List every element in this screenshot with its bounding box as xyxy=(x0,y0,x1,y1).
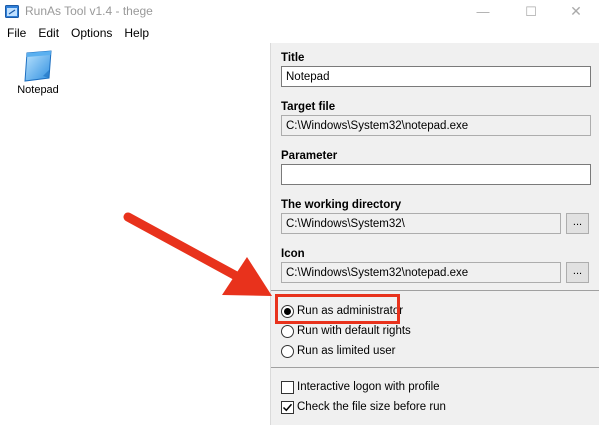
radio-button[interactable] xyxy=(281,304,294,318)
shortcut-list: Notepad xyxy=(0,43,270,425)
checkbox[interactable] xyxy=(281,380,294,394)
menu-help[interactable]: Help xyxy=(118,23,155,43)
menu-bar: File Edit Options Help xyxy=(0,23,599,43)
browse-directory-button[interactable]: ... xyxy=(566,213,589,234)
parameter-label: Parameter xyxy=(281,150,338,162)
run-default-rights-option[interactable]: Run with default rights xyxy=(281,323,411,339)
title-input[interactable] xyxy=(281,66,591,87)
title-bar: RunAs Tool v1.4 - thege — ☐ ✕ xyxy=(0,0,599,23)
app-icon xyxy=(5,5,19,18)
icon-input[interactable] xyxy=(281,262,561,283)
shortcut-label: Notepad xyxy=(17,84,59,96)
notepad-icon xyxy=(24,50,52,82)
icon-label: Icon xyxy=(281,248,305,260)
divider xyxy=(271,367,599,368)
working-directory-input[interactable] xyxy=(281,213,561,234)
title-label: Title xyxy=(281,52,305,64)
menu-options[interactable]: Options xyxy=(65,23,118,43)
interactive-logon-option[interactable]: Interactive logon with profile xyxy=(281,379,440,395)
run-default-rights-label: Run with default rights xyxy=(297,325,411,337)
run-as-admin-option[interactable]: Run as administrator xyxy=(281,303,403,319)
radio-button[interactable] xyxy=(281,344,294,358)
run-as-admin-label: Run as administrator xyxy=(297,305,404,317)
divider xyxy=(271,290,599,291)
close-button[interactable]: ✕ xyxy=(553,0,599,23)
properties-panel: Title Target file Parameter The working … xyxy=(270,43,599,425)
browse-icon-button[interactable]: ... xyxy=(566,262,589,283)
run-limited-user-option[interactable]: Run as limited user xyxy=(281,343,395,359)
shortcut-item-notepad[interactable]: Notepad xyxy=(8,50,68,96)
maximize-button[interactable]: ☐ xyxy=(508,0,554,23)
radio-button[interactable] xyxy=(281,324,294,338)
checkbox[interactable] xyxy=(281,400,294,414)
check-file-size-option[interactable]: Check the file size before run xyxy=(281,399,446,415)
interactive-logon-label: Interactive logon with profile xyxy=(297,381,440,393)
checkmark-icon xyxy=(282,403,293,411)
parameter-input[interactable] xyxy=(281,164,591,185)
window-title: RunAs Tool v1.4 - thege xyxy=(25,4,153,18)
check-file-size-label: Check the file size before run xyxy=(297,401,446,413)
target-file-input[interactable] xyxy=(281,115,591,136)
minimize-button[interactable]: — xyxy=(460,0,506,23)
working-directory-label: The working directory xyxy=(281,199,402,211)
menu-file[interactable]: File xyxy=(0,23,32,43)
target-file-label: Target file xyxy=(281,101,336,113)
menu-edit[interactable]: Edit xyxy=(32,23,65,43)
run-limited-user-label: Run as limited user xyxy=(297,345,396,357)
